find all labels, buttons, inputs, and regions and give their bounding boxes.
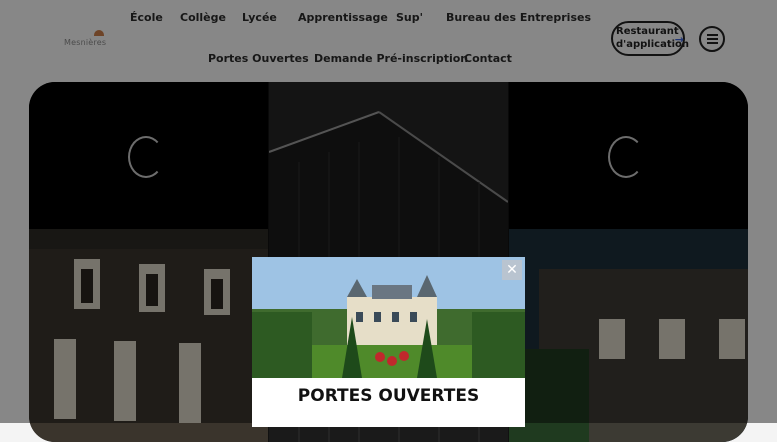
close-modal-button[interactable]: ✕	[502, 260, 522, 280]
page: Mesnières École Collège Lycée Apprentiss…	[0, 0, 777, 442]
chateau-photo	[252, 257, 525, 378]
modal-title: PORTES OUVERTES	[297, 386, 480, 406]
